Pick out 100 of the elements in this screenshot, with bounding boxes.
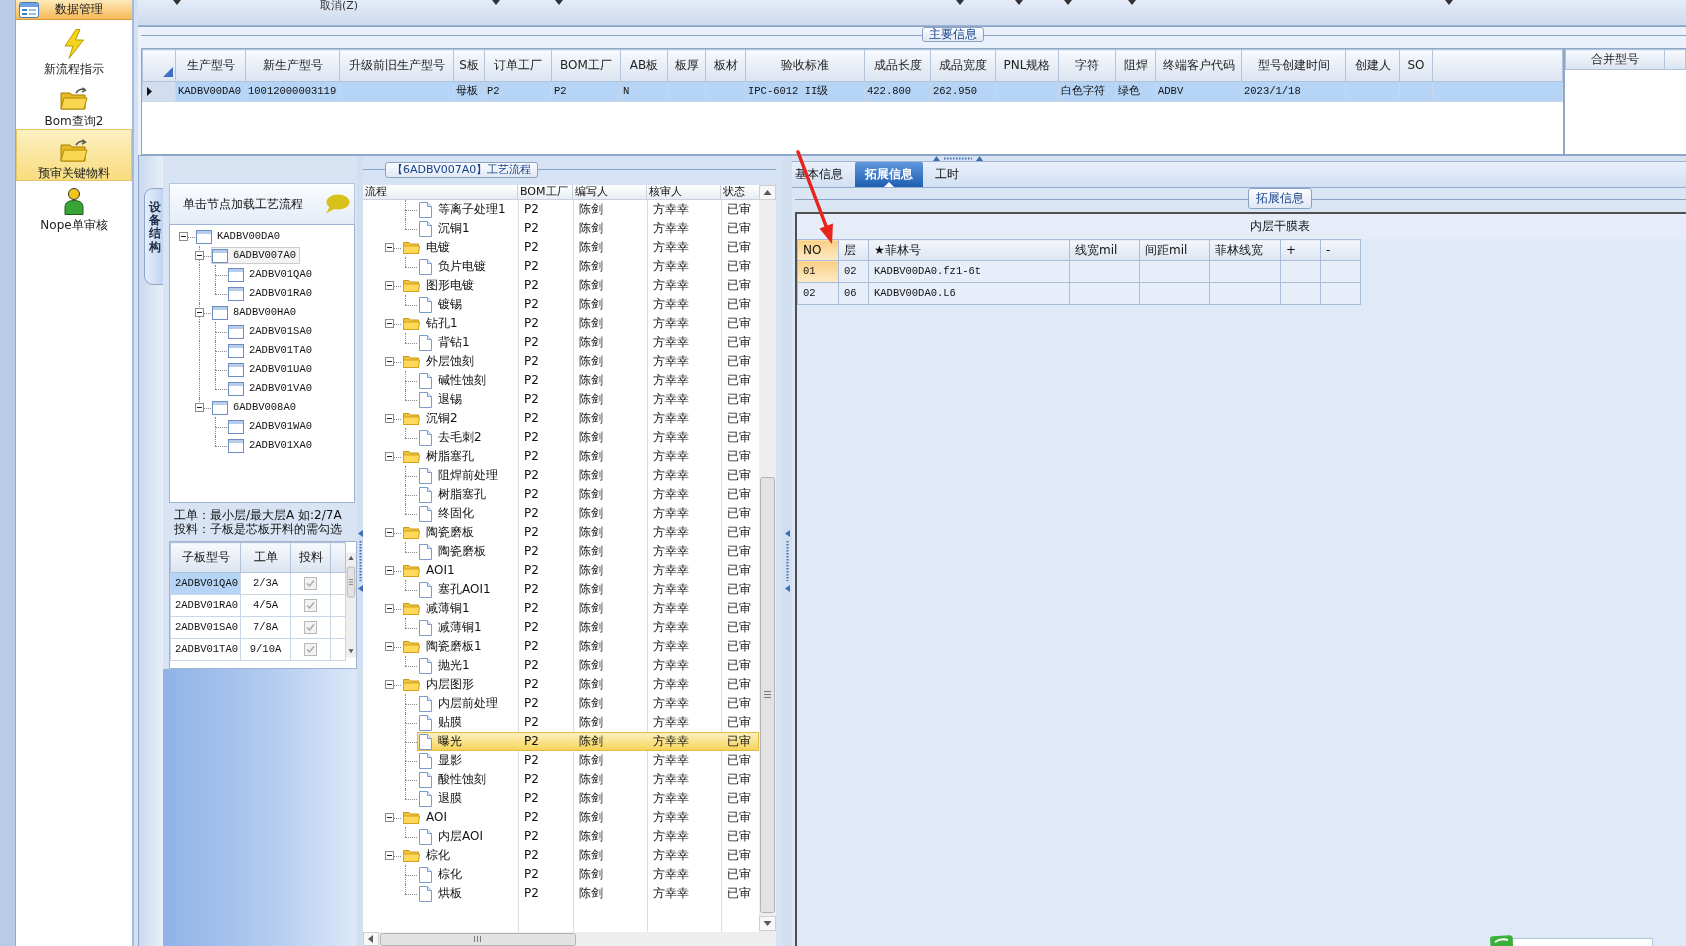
column-header[interactable]: - xyxy=(1320,239,1361,261)
collapse-toggle[interactable] xyxy=(385,243,394,252)
step-label[interactable]: 沉铜1 xyxy=(438,221,470,236)
step-label[interactable]: 树脂塞孔 xyxy=(426,449,474,464)
column-header[interactable]: 板厚 xyxy=(667,49,706,82)
scroll-left-button[interactable] xyxy=(363,932,379,946)
node-label[interactable]: 8ADBV00HA0 xyxy=(233,306,296,319)
column-header[interactable]: 终端客户代码 xyxy=(1155,49,1242,82)
column-header[interactable]: 合并型号 xyxy=(1565,49,1665,70)
column-header[interactable]: 工单 xyxy=(240,542,291,573)
collapse-toggle[interactable] xyxy=(195,308,204,317)
node-label[interactable]: 2ADBV01RA0 xyxy=(249,287,312,300)
scroll-up-button[interactable] xyxy=(348,555,354,560)
step-label[interactable]: 树脂塞孔 xyxy=(438,487,486,502)
node-label[interactable]: 2ADBV01VA0 xyxy=(249,382,312,395)
collapse-toggle[interactable] xyxy=(385,642,394,651)
node-label[interactable]: KADBV00DA0 xyxy=(217,230,280,243)
step-label[interactable]: 陶瓷磨板 xyxy=(438,544,486,559)
toolbar-button[interactable]: 取消(Z) xyxy=(320,0,359,12)
step-label[interactable]: 内层前处理 xyxy=(438,696,498,711)
column-header[interactable]: AB板 xyxy=(620,49,668,82)
collapse-toggle[interactable] xyxy=(385,281,394,290)
step-label[interactable]: 镀锡 xyxy=(438,297,462,312)
collapse-toggle[interactable] xyxy=(385,319,394,328)
node-label[interactable]: 6ADBV008A0 xyxy=(233,401,296,414)
step-label[interactable]: 退膜 xyxy=(438,791,462,806)
scroll-down-button[interactable] xyxy=(759,916,776,931)
node-label[interactable]: 2ADBV01SA0 xyxy=(249,325,312,338)
step-label[interactable]: 棕化 xyxy=(438,867,462,882)
step-label[interactable]: 等离子处理1 xyxy=(438,202,506,217)
column-header[interactable]: SO xyxy=(1399,49,1433,82)
step-label[interactable]: 退锡 xyxy=(438,392,462,407)
step-label[interactable]: AOI xyxy=(426,810,447,825)
column-header[interactable]: 投料 xyxy=(290,542,331,573)
step-label[interactable]: 陶瓷磨板 xyxy=(426,525,474,540)
app-icon[interactable] xyxy=(1489,935,1514,946)
caret-icon[interactable] xyxy=(492,0,501,5)
step-label[interactable]: 内层AOI xyxy=(438,829,483,844)
selected-row[interactable]: KADBV00DA0 10012000003119 母板 P2 P2 N IPC-6012 II级 422.800 262.950 白色字符 绿色 ADBV 2023/1/18 xyxy=(142,81,1563,102)
caret-icon[interactable] xyxy=(173,0,181,5)
caret-icon[interactable] xyxy=(1064,0,1073,5)
scrollbar-thumb[interactable] xyxy=(760,477,775,913)
node-label[interactable]: 6ADBV007A0 xyxy=(233,249,296,262)
column-header[interactable]: 流程 xyxy=(363,185,518,200)
column-header[interactable]: 阻焊 xyxy=(1115,49,1156,82)
column-header[interactable]: 编写人 xyxy=(573,185,647,200)
scroll-up-button[interactable] xyxy=(759,185,776,200)
step-label[interactable]: 钻孔1 xyxy=(426,316,458,331)
scroll-down-button[interactable] xyxy=(348,649,354,654)
caret-icon[interactable] xyxy=(1015,0,1024,5)
splitter-grip-icon[interactable] xyxy=(357,530,363,592)
node-label[interactable]: 2ADBV01WA0 xyxy=(249,420,312,433)
step-label[interactable]: 减薄铜1 xyxy=(438,620,482,635)
splitter-grip-icon[interactable] xyxy=(785,530,790,592)
side-tab[interactable]: 设备结构 xyxy=(144,188,165,285)
caret-icon[interactable] xyxy=(956,0,965,5)
caret-icon[interactable] xyxy=(1445,0,1454,5)
step-label[interactable]: 电镀 xyxy=(426,240,450,255)
column-header[interactable]: 生产型号 xyxy=(175,49,246,82)
row-header[interactable] xyxy=(142,81,176,102)
selected-node[interactable]: 6ADBV007A0 xyxy=(211,247,300,264)
column-header[interactable]: 线宽mil xyxy=(1069,239,1140,261)
nav-item[interactable]: 新流程指示 xyxy=(16,25,132,77)
selected-row[interactable]: 曝光 P2 陈剑 方幸幸 已审 xyxy=(417,732,759,751)
step-label[interactable]: 陶瓷磨板1 xyxy=(426,639,482,654)
step-label[interactable]: 图形电镀 xyxy=(426,278,474,293)
column-header[interactable]: ★菲林号 xyxy=(868,239,1070,261)
splitter-grip-icon[interactable] xyxy=(933,156,983,161)
column-header[interactable]: 订单工厂 xyxy=(484,49,552,82)
collapse-toggle[interactable] xyxy=(179,232,188,241)
collapse-toggle[interactable] xyxy=(385,604,394,613)
column-header[interactable]: 成品宽度 xyxy=(930,49,996,82)
horizontal-scrollbar[interactable] xyxy=(363,932,776,946)
step-label[interactable]: 烘板 xyxy=(438,886,462,901)
scrollbar-thumb[interactable] xyxy=(380,933,576,946)
column-header[interactable]: 状态 xyxy=(721,185,759,200)
node-label[interactable]: 2ADBV01XA0 xyxy=(249,439,312,452)
node-label[interactable]: 2ADBV01TA0 xyxy=(249,344,312,357)
step-label[interactable]: 外层蚀刻 xyxy=(426,354,474,369)
step-label[interactable]: 背钻1 xyxy=(438,335,470,350)
section-header[interactable]: 数据管理 xyxy=(16,0,132,20)
column-header[interactable]: 新生产型号 xyxy=(245,49,340,82)
tab[interactable]: 工时 xyxy=(929,162,965,187)
column-header[interactable]: 升级前旧生产型号 xyxy=(339,49,454,82)
step-label[interactable]: 酸性蚀刻 xyxy=(438,772,486,787)
column-header[interactable]: 字符 xyxy=(1058,49,1116,82)
column-header[interactable]: 核审人 xyxy=(647,185,721,200)
column-header[interactable]: 层 xyxy=(838,239,869,261)
step-label[interactable]: 负片电镀 xyxy=(438,259,486,274)
collapse-toggle[interactable] xyxy=(385,813,394,822)
step-label[interactable]: 去毛刺2 xyxy=(438,430,482,445)
column-header[interactable]: S板 xyxy=(453,49,485,82)
node-label[interactable]: 2ADBV01QA0 xyxy=(249,268,312,281)
collapse-toggle[interactable] xyxy=(385,851,394,860)
step-label[interactable]: 阻焊前处理 xyxy=(438,468,498,483)
step-label[interactable]: 沉铜2 xyxy=(426,411,458,426)
collapse-toggle[interactable] xyxy=(385,414,394,423)
column-header[interactable]: 型号创建时间 xyxy=(1241,49,1346,82)
collapse-toggle[interactable] xyxy=(385,566,394,575)
column-header[interactable]: 验收标准 xyxy=(745,49,865,82)
